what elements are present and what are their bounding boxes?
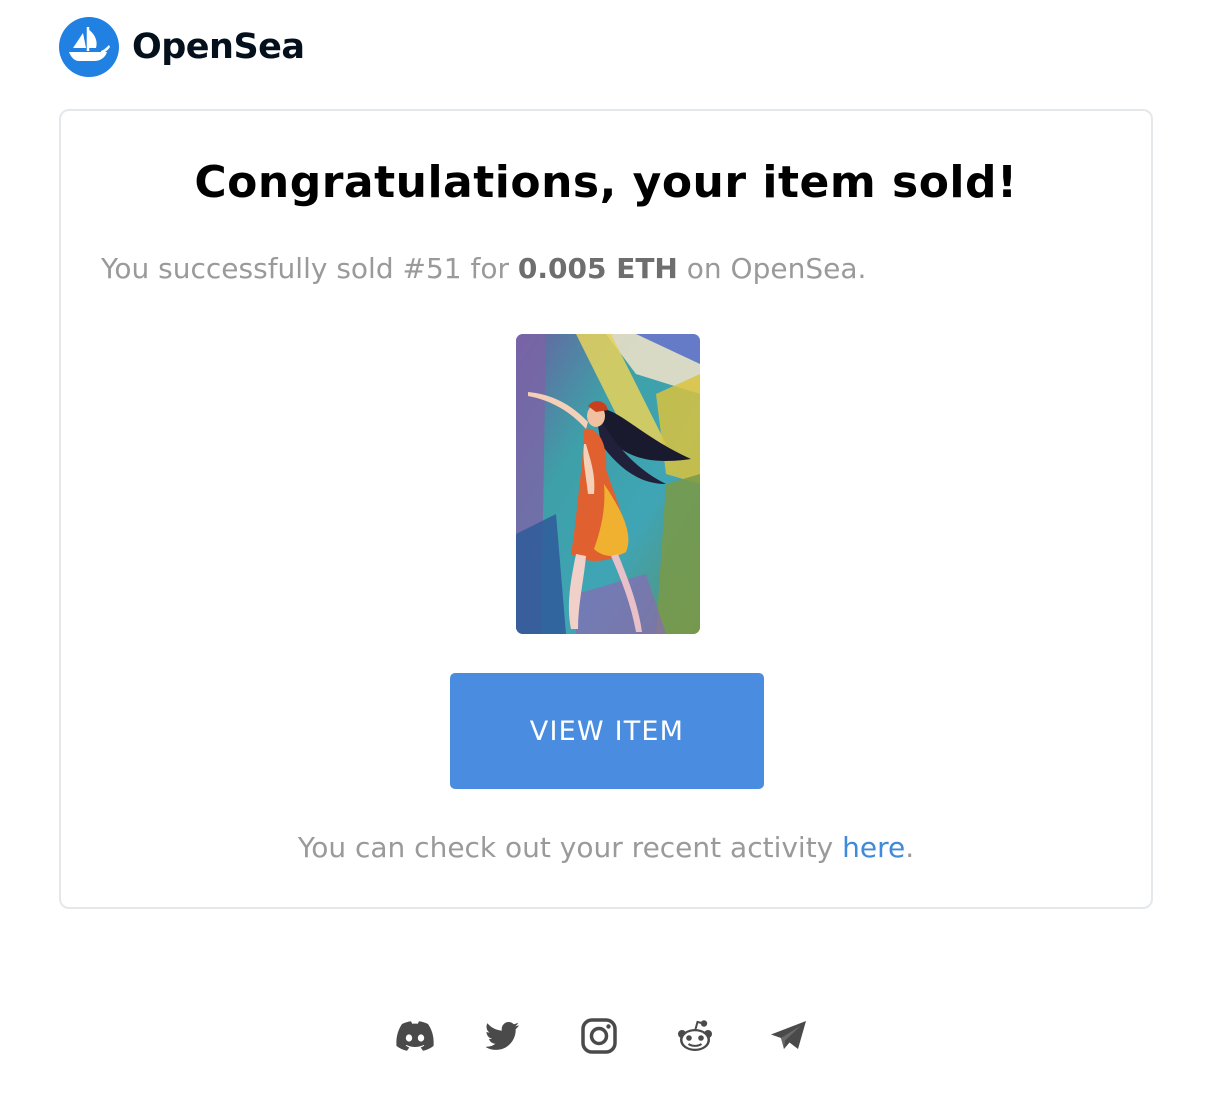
telegram-icon[interactable] [769,1016,809,1056]
activity-note-suffix: . [905,831,915,864]
brand-name: OpenSea [132,27,305,67]
reddit-icon[interactable] [675,1016,715,1056]
social-links [0,1016,1215,1056]
sale-summary-prefix: You successfully sold #51 for [101,252,518,285]
opensea-brand[interactable]: OpenSea [59,17,305,77]
sale-price: 0.005 ETH [517,252,678,285]
view-item-button[interactable]: VIEW ITEM [450,673,764,789]
discord-icon[interactable] [395,1016,435,1056]
recent-activity-link[interactable]: here [842,831,905,864]
recent-activity-note: You can check out your recent activity h… [61,831,1151,864]
nft-artwork-image[interactable] [516,334,700,634]
sale-summary: You successfully sold #51 for 0.005 ETH … [101,252,866,285]
activity-note-prefix: You can check out your recent activity [297,831,843,864]
page-title: Congratulations, your item sold! [194,157,1018,208]
sailboat-icon [59,17,119,77]
sale-notification-card: Congratulations, your item sold! You suc… [59,109,1153,909]
sale-summary-suffix: on OpenSea. [677,252,867,285]
twitter-icon[interactable] [483,1016,523,1056]
instagram-icon[interactable] [579,1016,619,1056]
